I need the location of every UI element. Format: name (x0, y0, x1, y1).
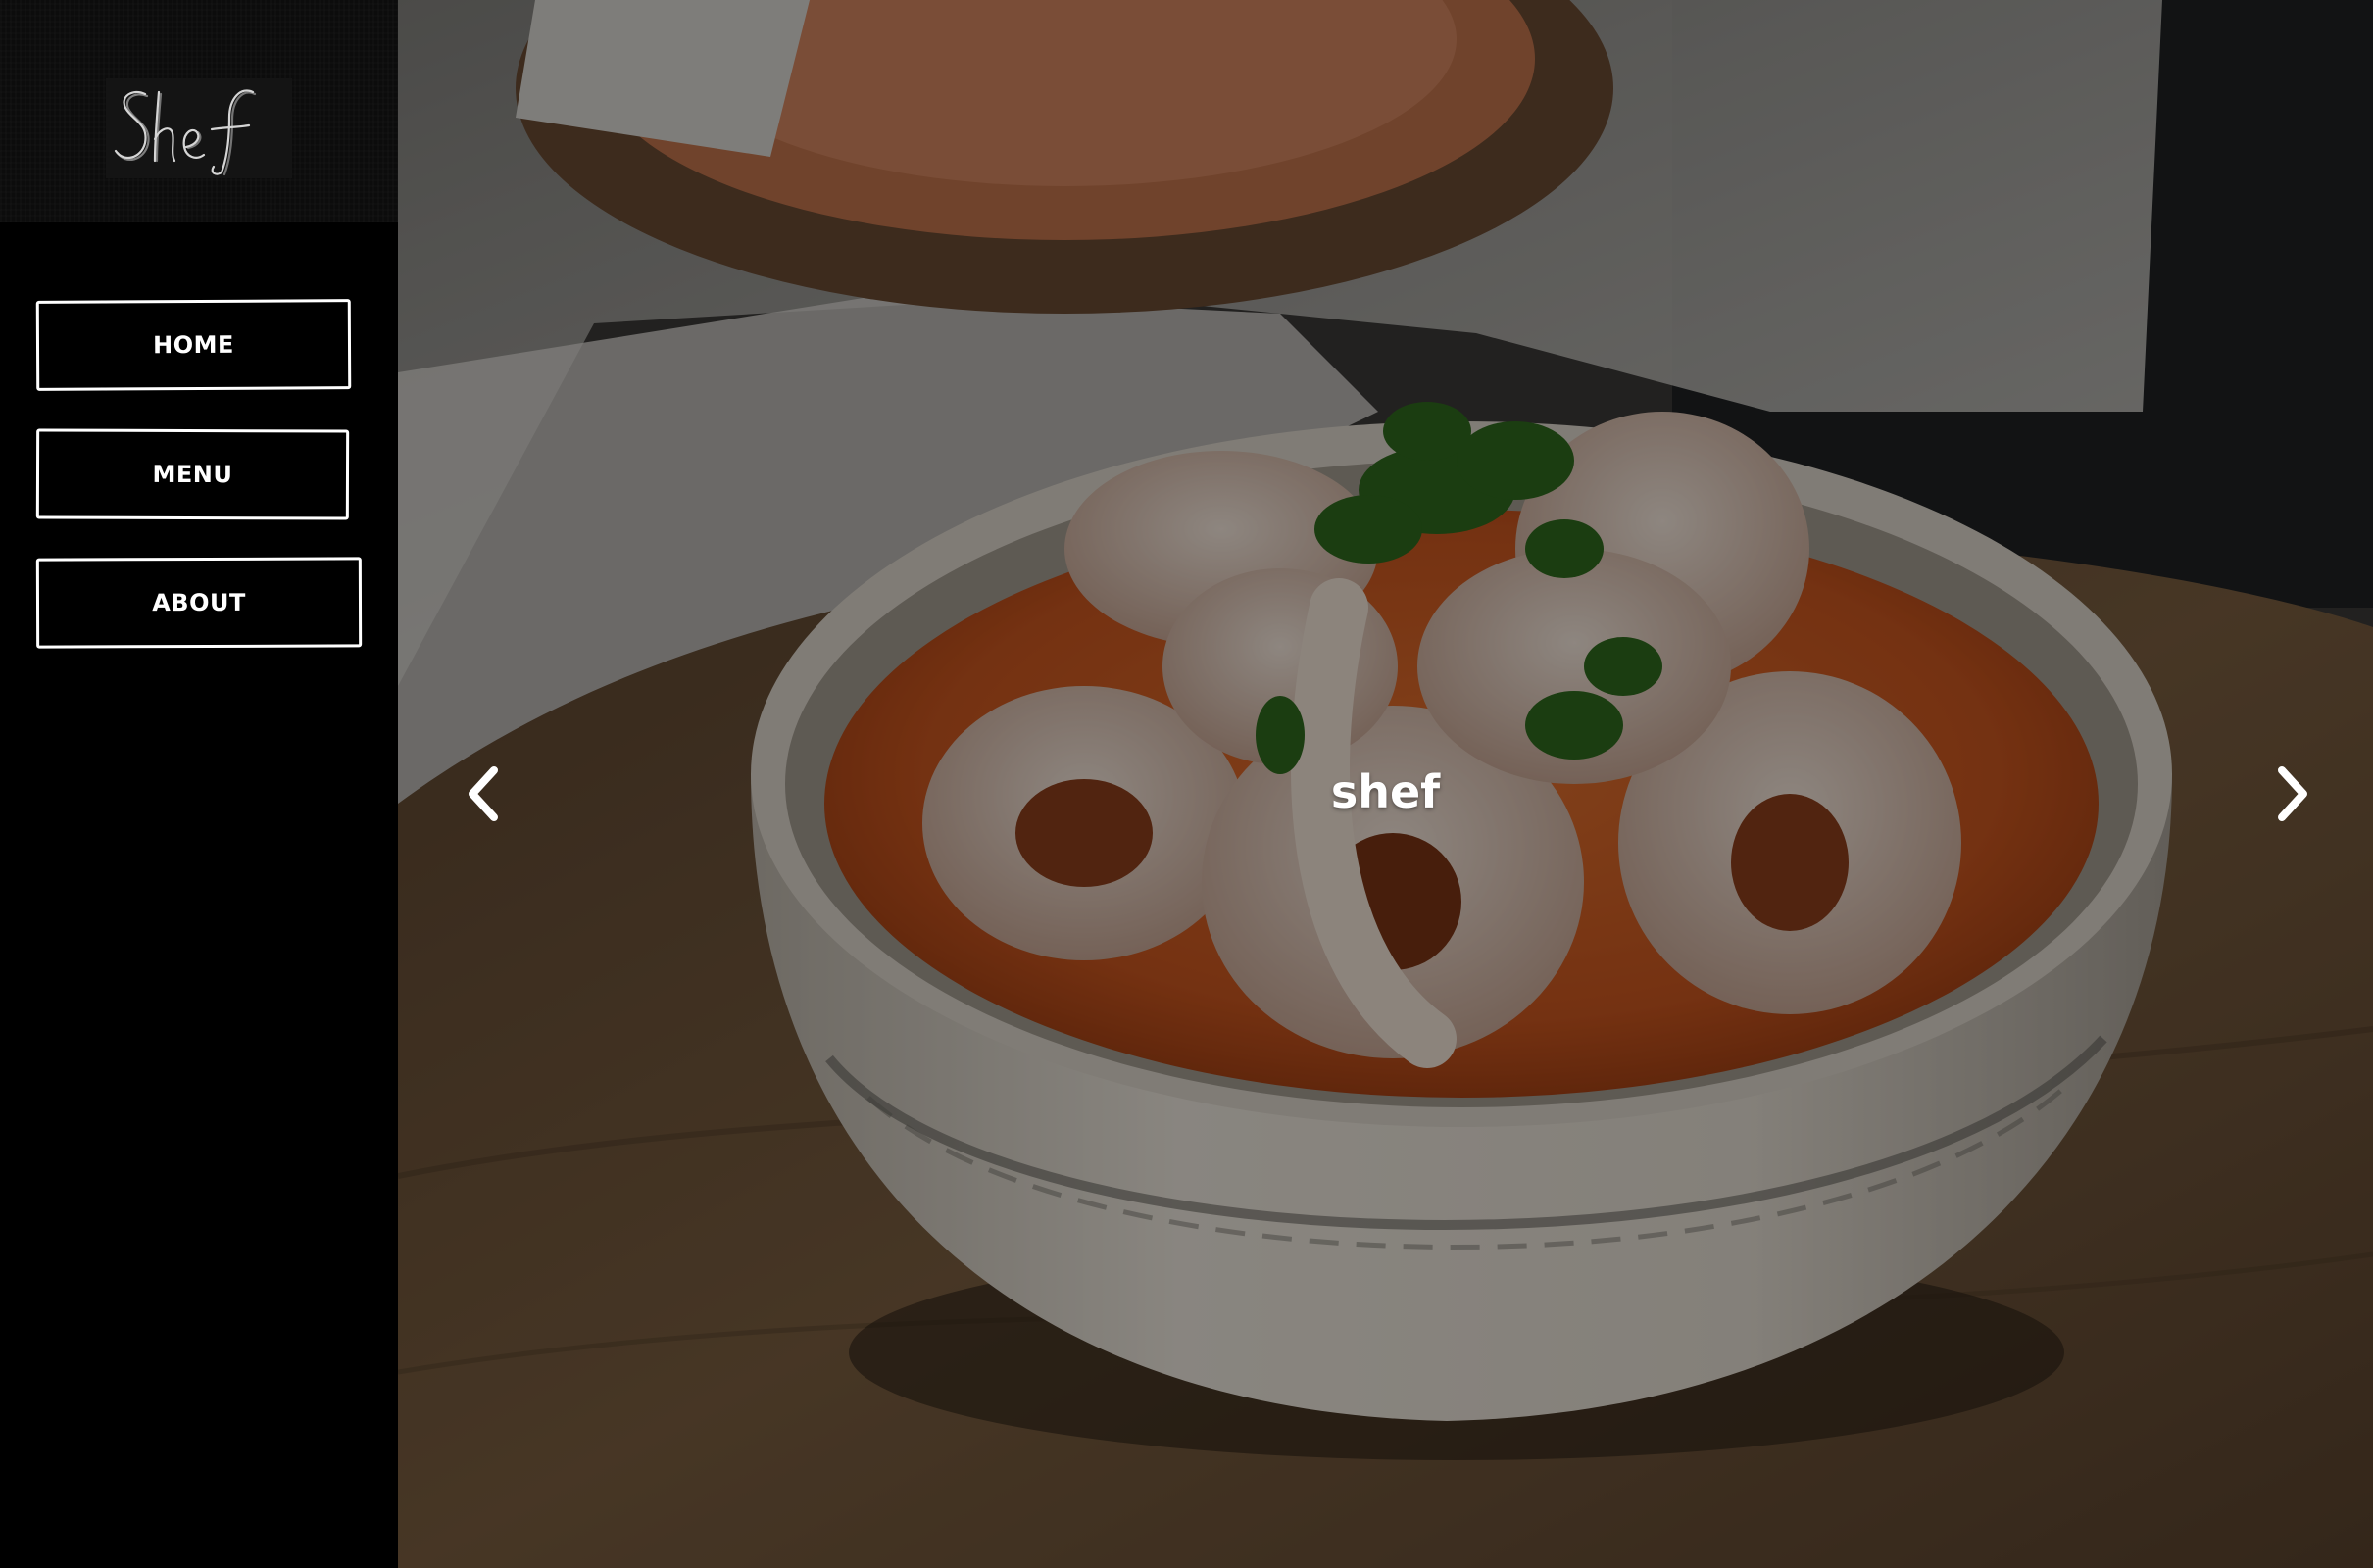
nav-menu-button[interactable]: MENU (35, 428, 350, 520)
slider-prev-button[interactable] (449, 755, 518, 833)
hero-title: shef (1330, 765, 1441, 818)
shef-script-logo-icon (114, 89, 257, 176)
chevron-left-icon (469, 766, 498, 821)
logo-area: Shef (0, 0, 398, 222)
logo[interactable]: Shef (106, 78, 292, 178)
chevron-right-icon (2278, 766, 2307, 821)
page: Shef (0, 0, 2373, 1568)
hero-slider: shef (398, 0, 2373, 1568)
slider-next-button[interactable] (2258, 755, 2327, 833)
sidebar: Shef (0, 0, 398, 1568)
nav-about-button[interactable]: ABOUT (35, 557, 363, 649)
nav-home-button[interactable]: HOME (35, 299, 352, 391)
